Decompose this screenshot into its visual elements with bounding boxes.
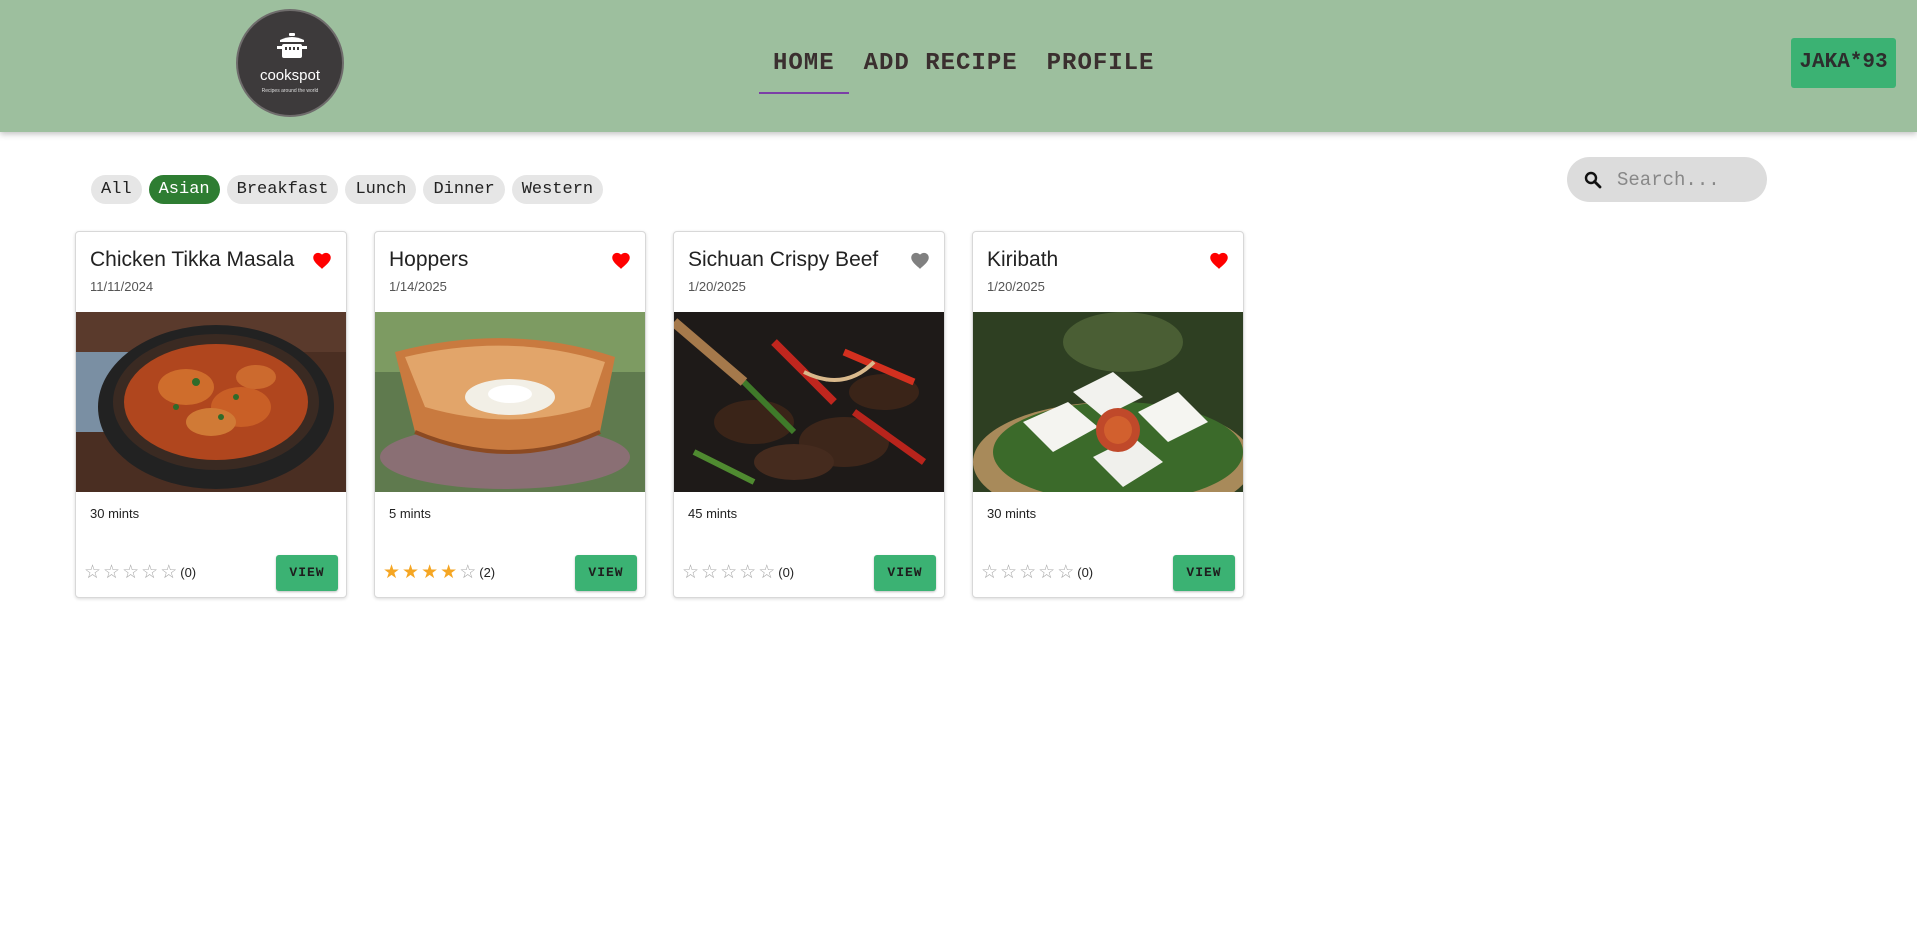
- star-empty-icon[interactable]: ☆: [160, 563, 177, 582]
- view-recipe-button[interactable]: VIEW: [575, 555, 637, 591]
- star-empty-icon[interactable]: ☆: [739, 563, 756, 582]
- recipe-card: Chicken Tikka Masala 11/11/2024 30 mints…: [75, 231, 347, 598]
- recipe-image[interactable]: [375, 312, 645, 492]
- star-empty-icon[interactable]: ☆: [1038, 563, 1055, 582]
- recipe-image[interactable]: [973, 312, 1243, 492]
- view-recipe-button[interactable]: VIEW: [276, 555, 338, 591]
- star-rating[interactable]: ☆ ☆ ☆ ☆ ☆ (0): [981, 563, 1093, 582]
- filter-chip-dinner[interactable]: Dinner: [423, 175, 505, 204]
- recipe-title: Kiribath: [987, 248, 1059, 271]
- recipe-title: Hoppers: [389, 248, 469, 271]
- star-empty-icon[interactable]: ☆: [758, 563, 775, 582]
- logo-wordmark: cookspot: [259, 67, 321, 84]
- star-empty-icon[interactable]: ☆: [981, 563, 998, 582]
- filter-chip-lunch[interactable]: Lunch: [345, 175, 417, 204]
- search-input[interactable]: [1617, 168, 1757, 191]
- cooking-pot-icon: [277, 33, 307, 58]
- recipe-cook-time: 5 mints: [389, 506, 431, 521]
- star-empty-icon[interactable]: ☆: [122, 563, 139, 582]
- recipe-image[interactable]: [76, 312, 346, 492]
- star-rating[interactable]: ☆ ☆ ☆ ☆ ☆ (0): [682, 563, 794, 582]
- recipe-card: Hoppers 1/14/2025 5 mints ★ ★ ★ ★ ☆ (2) …: [374, 231, 646, 598]
- rating-count: (0): [1077, 565, 1094, 580]
- filter-chip-asian[interactable]: Asian: [148, 175, 220, 204]
- recipe-cook-time: 30 mints: [90, 506, 140, 521]
- recipe-date: 1/20/2025: [987, 279, 1045, 294]
- recipe-title: Chicken Tikka Masala: [90, 248, 295, 271]
- heart-icon[interactable]: [1209, 251, 1229, 270]
- recipe-card: Kiribath 1/20/2025 30 mints ☆ ☆ ☆ ☆ ☆ (0…: [972, 231, 1244, 598]
- star-empty-icon[interactable]: ☆: [459, 563, 476, 582]
- heart-icon[interactable]: [611, 251, 631, 270]
- star-empty-icon[interactable]: ☆: [103, 563, 120, 582]
- star-empty-icon[interactable]: ☆: [701, 563, 718, 582]
- star-empty-icon[interactable]: ☆: [84, 563, 101, 582]
- star-empty-icon[interactable]: ☆: [1000, 563, 1017, 582]
- nav-profile[interactable]: PROFILE: [1033, 44, 1169, 94]
- star-empty-icon[interactable]: ☆: [1019, 563, 1036, 582]
- recipe-card: Sichuan Crispy Beef 1/20/2025 45 mints ☆…: [673, 231, 945, 598]
- star-filled-icon[interactable]: ★: [383, 563, 400, 582]
- star-empty-icon[interactable]: ☆: [720, 563, 737, 582]
- rating-count: (0): [778, 565, 795, 580]
- recipe-date: 11/11/2024: [90, 279, 154, 294]
- rating-count: (0): [180, 565, 197, 580]
- nav-add-recipe[interactable]: ADD RECIPE: [850, 44, 1032, 94]
- filter-chip-breakfast[interactable]: Breakfast: [226, 175, 339, 204]
- filter-chip-all[interactable]: All: [91, 175, 142, 204]
- recipe-title: Sichuan Crispy Beef: [688, 248, 879, 271]
- recipe-cook-time: 30 mints: [987, 506, 1037, 521]
- cookspot-logo[interactable]: cookspot Recipes around the world: [236, 9, 344, 117]
- star-filled-icon[interactable]: ★: [402, 563, 419, 582]
- recipe-grid: Chicken Tikka Masala 11/11/2024 30 mints…: [75, 231, 1244, 598]
- star-empty-icon[interactable]: ☆: [141, 563, 158, 582]
- recipe-image[interactable]: [674, 312, 944, 492]
- main-nav: HOME ADD RECIPE PROFILE: [759, 44, 1168, 94]
- star-empty-icon[interactable]: ☆: [1057, 563, 1074, 582]
- star-empty-icon[interactable]: ☆: [682, 563, 699, 582]
- heart-icon[interactable]: [910, 251, 930, 270]
- star-rating[interactable]: ★ ★ ★ ★ ☆ (2): [383, 563, 495, 582]
- recipe-date: 1/14/2025: [389, 279, 447, 294]
- rating-count: (2): [479, 565, 496, 580]
- recipe-date: 1/20/2025: [688, 279, 746, 294]
- heart-icon[interactable]: [312, 251, 332, 270]
- view-recipe-button[interactable]: VIEW: [874, 555, 936, 591]
- star-filled-icon[interactable]: ★: [421, 563, 438, 582]
- star-filled-icon[interactable]: ★: [440, 563, 457, 582]
- view-recipe-button[interactable]: VIEW: [1173, 555, 1235, 591]
- top-header: cookspot Recipes around the world HOME A…: [0, 0, 1917, 132]
- star-rating[interactable]: ☆ ☆ ☆ ☆ ☆ (0): [84, 563, 196, 582]
- logo-tagline: Recipes around the world: [261, 88, 319, 94]
- category-filters: All Asian Breakfast Lunch Dinner Western: [91, 175, 604, 204]
- search-box[interactable]: [1567, 157, 1767, 202]
- user-account-button[interactable]: JAKA*93: [1791, 38, 1896, 88]
- filter-chip-western[interactable]: Western: [511, 175, 604, 204]
- recipe-cook-time: 45 mints: [688, 506, 738, 521]
- nav-home[interactable]: HOME: [759, 44, 849, 94]
- search-icon: [1584, 171, 1602, 188]
